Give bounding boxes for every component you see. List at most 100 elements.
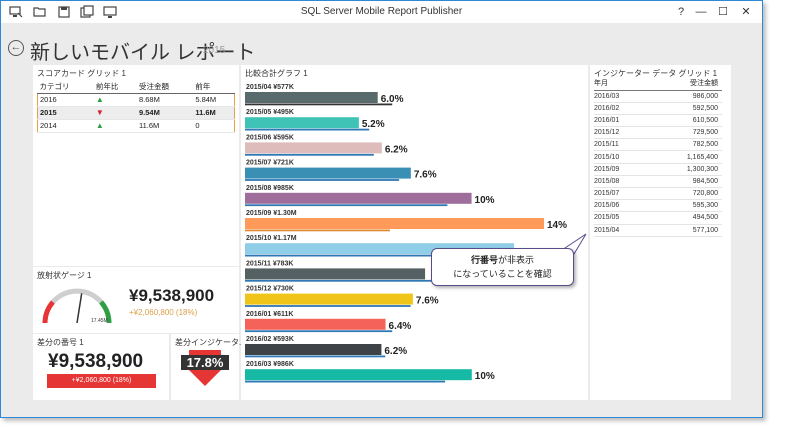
page-year: 2015 [203, 45, 226, 56]
column-header: カテゴリ [37, 81, 94, 94]
month-cell: 2015/05 [594, 211, 648, 225]
table-row[interactable]: 2015/12 729,500 [594, 126, 722, 140]
table-row[interactable]: 2014 ▲ 11.6M 0 [36, 119, 236, 133]
table-row[interactable]: 2015/06 595,300 [594, 199, 722, 213]
amount-cell: 729,500 [647, 126, 722, 140]
delta-number-panel[interactable]: 差分の番号 1 ¥9,538,900 +¥2,060,800 (18%) [33, 334, 169, 400]
amount-cell: 592,500 [647, 102, 722, 115]
bar[interactable] [245, 218, 544, 229]
category-cell: 2014 [36, 119, 94, 133]
scorecard-table[interactable]: カテゴリ 前年比 受注金額 前年 2016 ▲ 8.68M 5.84M 2015… [36, 81, 236, 133]
table-row[interactable]: 2015/10 1,165,400 [594, 150, 722, 164]
bar-category-label: 2016/03 ¥986K [246, 361, 294, 368]
number-value: ¥9,538,900 [48, 351, 144, 372]
annotation-callout: 行番号が非表示 になっていることを確認 [431, 248, 574, 286]
amount-cell: 1,300,300 [647, 163, 722, 176]
indicator-grid-panel[interactable]: インジケーター データ グリッド 1 年月 受注金額 2016/03 986,00… [590, 65, 731, 400]
table-row[interactable]: 2016/02 592,500 [594, 102, 722, 115]
title-bar: SQL Server Mobile Report Publisher ? — ☐… [1, 1, 762, 23]
bar-percent-label: 6.0% [381, 94, 404, 105]
help-button[interactable]: ? [673, 4, 689, 20]
month-cell: 2015/06 [594, 199, 648, 213]
scorecard-grid-panel[interactable]: スコアカード グリッド 1 カテゴリ 前年比 受注金額 前年 2016 ▲ 8.… [33, 65, 239, 266]
report-header: ← 新しいモバイル レポート 2015 [1, 23, 762, 65]
comparison-line [245, 355, 386, 358]
maximize-button[interactable]: ☐ [715, 4, 731, 20]
comparison-line [245, 128, 370, 131]
comparison-line [245, 279, 436, 282]
number-delta-badge: +¥2,060,800 (18%) [47, 374, 156, 388]
minimize-button[interactable]: — [693, 4, 709, 20]
month-cell: 2015/11 [594, 138, 648, 152]
column-header: 受注金額 [647, 77, 722, 91]
bar-category-label: 2015/12 ¥730K [246, 286, 294, 293]
month-cell: 2015/09 [594, 163, 648, 176]
bar[interactable] [245, 167, 411, 179]
amount-cell: 984,500 [647, 175, 722, 189]
gauge-title: 放射状ゲージ 1 [37, 271, 92, 280]
prev-cell: 0 [193, 119, 236, 133]
table-row[interactable]: 2016 ▲ 8.68M 5.84M [36, 93, 236, 107]
bar[interactable] [245, 117, 359, 129]
amount-cell: 610,500 [647, 114, 722, 128]
amount-cell: 9.54M [136, 106, 194, 120]
bar-percent-label: 10% [475, 371, 495, 382]
delta-indicator-panel[interactable]: 差分インジケータ... 17.8% [171, 334, 246, 400]
table-row-selected[interactable]: 2015 ▼ 9.54M 11.6M [36, 106, 236, 120]
bar-percent-label: 6.4% [389, 321, 412, 332]
bar[interactable] [245, 318, 386, 330]
comparison-chart-panel[interactable]: 比較合計グラフ 1 2015/04 ¥577K 6.0% 2015/05 ¥495K… [241, 65, 588, 400]
close-button[interactable]: ✕ [738, 4, 754, 20]
gauge-max-label: 17.45M [91, 318, 108, 324]
back-arrow-icon[interactable]: ← [8, 40, 24, 56]
comparison-bar-chart: 2015/04 ¥577K 6.0% 2015/05 ¥495K 5.2% 2015/0… [245, 84, 567, 383]
bar-percent-label: 7.6% [414, 170, 437, 181]
column-header: 受注金額 [136, 81, 194, 94]
bar[interactable] [245, 192, 472, 204]
bar[interactable] [245, 268, 426, 280]
bar[interactable] [245, 369, 472, 381]
amount-cell: 1,165,400 [647, 150, 722, 164]
bar-category-label: 2015/05 ¥495K [246, 109, 294, 116]
bar[interactable] [245, 142, 382, 154]
table-row[interactable]: 2015/08 984,500 [594, 175, 722, 189]
amount-cell: 782,500 [647, 138, 722, 152]
table-row[interactable]: 2015/04 577,100 [594, 224, 722, 237]
bar-category-label: 2015/06 ¥595K [246, 134, 294, 141]
indicator-value: 17.8% [181, 355, 229, 370]
prev-cell: 11.6M [193, 106, 236, 120]
column-header: 年月 [594, 77, 648, 91]
triangle-up-icon: ▲ [95, 95, 104, 104]
prev-cell: 5.84M [193, 93, 236, 107]
comparison-line [245, 103, 393, 106]
bar-category-label: 2015/10 ¥1.17M [246, 235, 297, 242]
bar-percent-label: 6.2% [384, 346, 407, 357]
table-row[interactable]: 2015/07 720,800 [594, 187, 722, 201]
bar[interactable] [245, 344, 382, 355]
table-row[interactable]: 2016/01 610,500 [594, 114, 722, 128]
comparison-line [245, 229, 390, 232]
indicator-title: 差分インジケータ... [175, 338, 246, 347]
bar[interactable] [245, 92, 378, 103]
gauge-delta: +¥2,060,800 (18%) [129, 308, 198, 317]
amount-cell: 8.68M [136, 93, 194, 107]
callout-bold-text: 行番号 [470, 255, 498, 265]
comparison-line [245, 330, 393, 333]
radial-gauge-panel[interactable]: 放射状ゲージ 1 17.45M ¥9,538,900 +¥2,060,800 (… [33, 267, 239, 333]
table-row[interactable]: 2015/09 1,300,300 [594, 163, 722, 176]
scorecard-header-row: カテゴリ 前年比 受注金額 前年 [37, 81, 235, 94]
callout-text: が非表示 [498, 255, 535, 265]
table-row[interactable]: 2015/11 782,500 [594, 138, 722, 152]
indicator-data-table[interactable]: 年月 受注金額 2016/03 986,000 2016/02 592,500 2016… [594, 77, 722, 237]
bar[interactable] [245, 293, 413, 305]
month-cell: 2015/07 [594, 187, 648, 201]
bar-category-label: 2015/04 ¥577K [246, 84, 294, 91]
month-cell: 2015/04 [594, 224, 648, 237]
app-window: SQL Server Mobile Report Publisher ? — ☐… [0, 0, 763, 418]
bar-category-label: 2015/07 ¥721K [246, 160, 294, 167]
column-header: 前年 [193, 81, 235, 94]
window-title: SQL Server Mobile Report Publisher [300, 6, 463, 17]
table-row[interactable]: 2015/05 494,500 [594, 211, 722, 225]
table-row[interactable]: 2016/03 986,000 [594, 90, 722, 103]
comparison-line [245, 179, 400, 181]
